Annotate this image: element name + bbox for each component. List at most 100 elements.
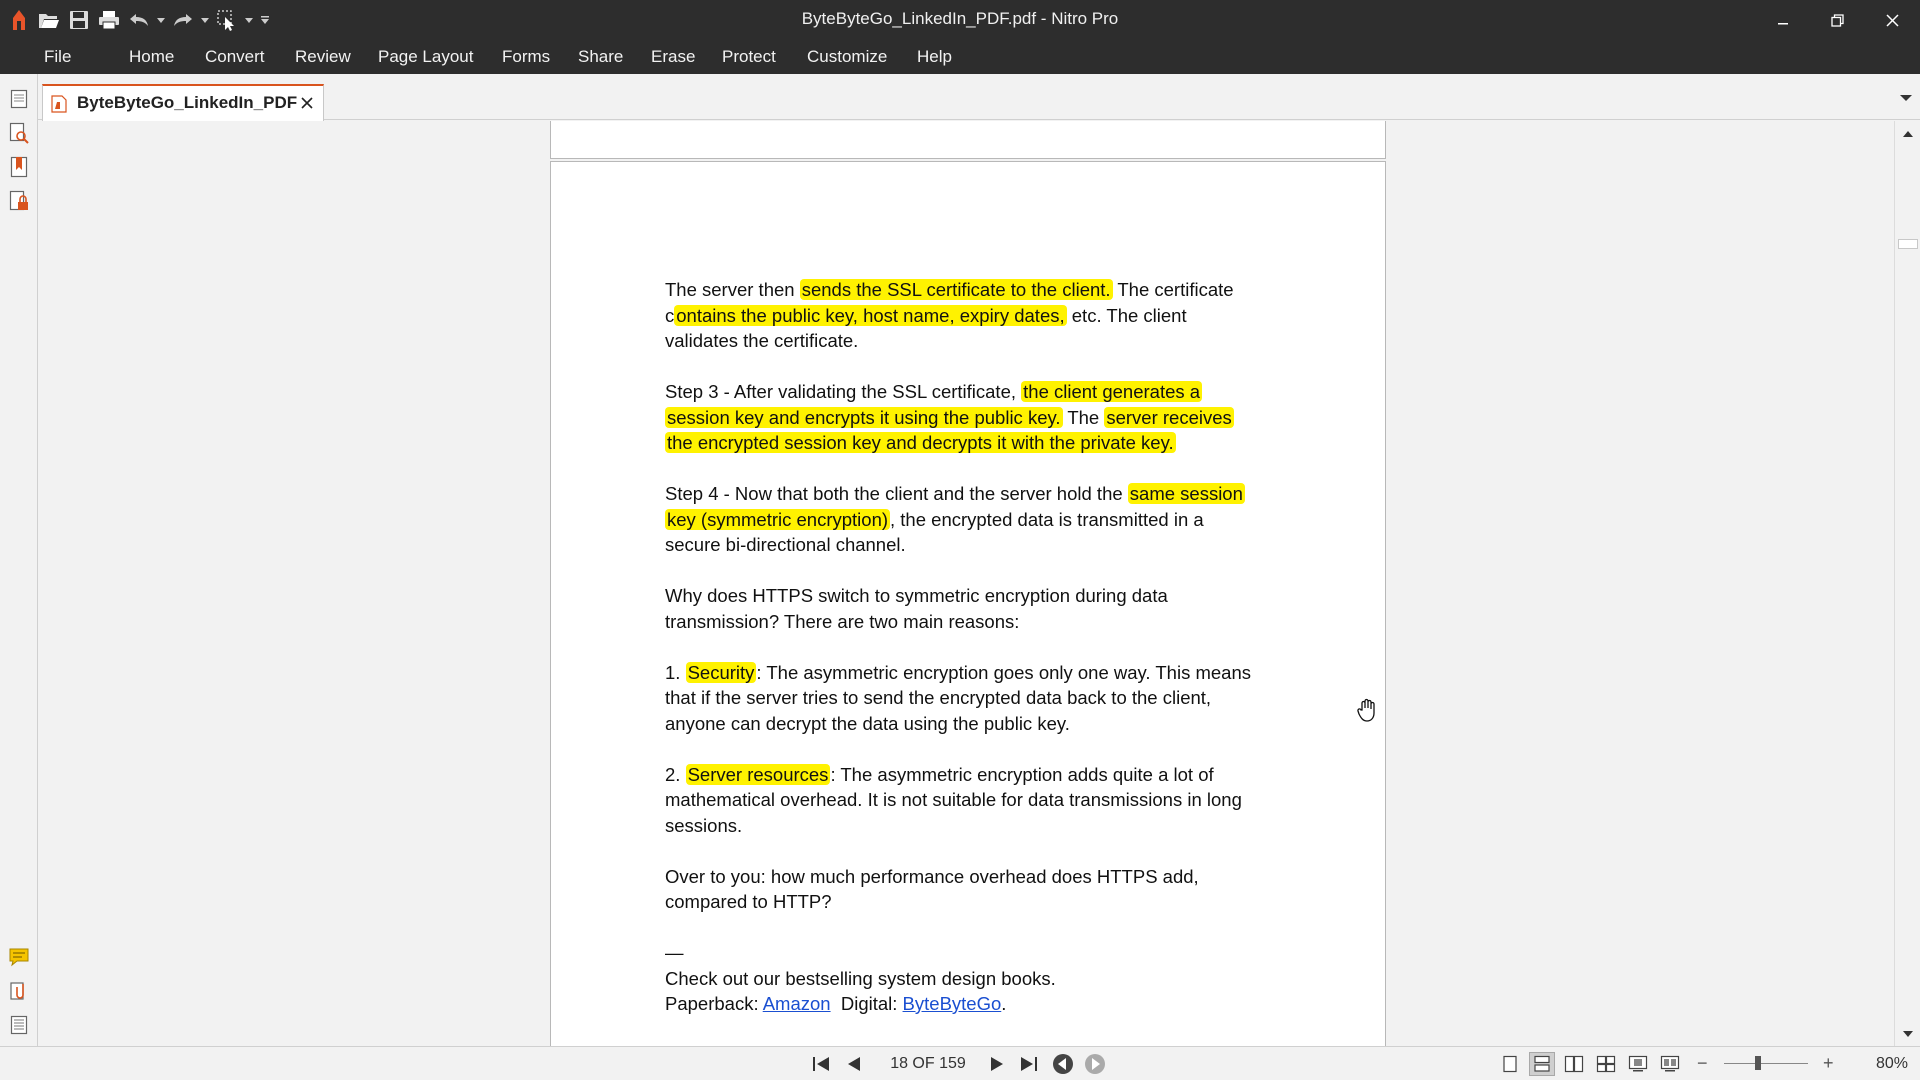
text-line: sessions. [665,813,1305,839]
text-line: c ontains the public key, host name, expi… [665,303,1305,329]
left-panel-bar [0,74,38,1046]
scrollbar-thumb[interactable] [1898,239,1918,249]
menu-home[interactable]: Home [129,40,174,74]
search-document-icon[interactable] [6,120,32,146]
menu-convert[interactable]: Convert [205,40,265,74]
highlight-annotation[interactable]: server receives [1104,406,1234,428]
undo-dropdown-icon[interactable] [156,7,166,33]
customize-qat-icon[interactable] [258,7,272,33]
bookmarks-icon[interactable] [6,154,32,180]
text-run: that if the server tries to send the enc… [665,687,1212,708]
text-run: — [665,942,684,963]
zoom-slider-handle[interactable] [1755,1056,1761,1070]
page-paragraph: Over to you: how much performance overhe… [665,864,1305,915]
single-page-view-icon[interactable] [1497,1052,1523,1076]
select-tool-icon[interactable] [214,7,240,33]
highlight-annotation[interactable]: the client generates a [1021,381,1203,402]
highlight-annotation[interactable]: sends the SSL certificate to the client. [799,279,1113,300]
continuous-view-icon[interactable] [1529,1052,1555,1076]
highlight-annotation[interactable]: the encrypted session key and decrypts i… [665,432,1176,453]
attachments-icon[interactable] [6,978,32,1004]
document-viewport[interactable]: The server then sends the SSL certificat… [39,121,1894,1046]
redo-icon[interactable] [170,7,196,33]
next-view-icon[interactable] [1082,1052,1108,1076]
text-run: Paperback: [665,993,763,1014]
open-folder-icon[interactable] [36,7,62,33]
highlight-annotation[interactable]: Security [685,661,757,683]
facing-view-icon[interactable] [1561,1052,1587,1076]
security-lock-icon[interactable] [6,188,32,214]
text-line: session key and encrypts it using the pu… [665,405,1305,431]
select-tool-dropdown-icon[interactable] [244,7,254,33]
menu-help[interactable]: Help [917,40,952,74]
document-tab[interactable]: ByteByteGo_LinkedIn_PDF [42,84,324,121]
nitro-logo-icon[interactable] [6,7,32,33]
print-icon[interactable] [96,7,122,33]
quick-access-toolbar [6,6,272,34]
minimize-button[interactable] [1755,0,1810,40]
menu-review[interactable]: Review [295,40,351,74]
menu-page-layout[interactable]: Page Layout [378,40,473,74]
previous-view-icon[interactable] [1050,1052,1076,1076]
pages-panel-icon[interactable] [6,86,32,112]
page-paragraph: 2. Server resources: The asymmetric encr… [665,762,1305,839]
text-line: — [665,940,1305,966]
page-indicator[interactable]: 18 OF 159 [880,1047,976,1080]
text-run: anyone can decrypt the data using the pu… [665,712,1070,734]
comments-icon[interactable] [6,944,32,970]
text-run: etc. The client [1066,304,1187,326]
text-run: Digital: [830,993,903,1014]
menu-protect[interactable]: Protect [722,40,776,74]
hyperlink[interactable]: ByteByteGo [903,993,1002,1014]
save-icon[interactable] [66,7,92,33]
zoom-out-button[interactable]: − [1697,1047,1708,1080]
vertical-scrollbar[interactable] [1894,121,1920,1046]
text-line: 2. Server resources: The asymmetric encr… [665,762,1305,788]
text-line: 1. Security: The asymmetric encryption g… [665,660,1305,686]
fit-width-view-icon[interactable] [1625,1052,1651,1076]
output-panel-icon[interactable] [6,1012,32,1038]
menu-customize[interactable]: Customize [807,40,887,74]
menu-erase[interactable]: Erase [651,40,695,74]
text-run: Why does HTTPS switch to symmetric encry… [665,585,1168,606]
text-run: mathematical overhead. It is not suitabl… [665,789,1242,810]
zoom-in-button[interactable]: + [1823,1047,1834,1080]
highlight-annotation[interactable]: Server resources [685,763,831,785]
close-tab-icon[interactable] [297,93,317,113]
restore-button[interactable] [1810,0,1865,40]
highlight-annotation[interactable]: same session [1127,483,1245,504]
text-run: c [665,304,675,326]
facing-continuous-view-icon[interactable] [1593,1052,1619,1076]
close-window-button[interactable] [1865,0,1920,40]
hyperlink[interactable]: Amazon [763,993,831,1014]
page-paragraph: Step 4 - Now that both the client and th… [665,481,1305,558]
text-line: transmission? There are two main reasons… [665,609,1305,635]
first-page-icon[interactable] [808,1052,834,1076]
previous-page-icon[interactable] [841,1052,867,1076]
text-run: transmission? There are two main reasons… [665,610,1020,632]
highlight-annotation[interactable]: key (symmetric encryption) [665,508,891,530]
text-line: Over to you: how much performance overhe… [665,864,1305,890]
previous-page-bottom [550,121,1386,159]
title-bar: ByteByteGo_LinkedIn_PDF.pdf - Nitro Pro [0,0,1920,40]
highlight-annotation[interactable]: ontains the public key, host name, expir… [674,304,1067,326]
highlight-annotation[interactable]: session key and encrypts it using the pu… [665,406,1063,428]
menu-file[interactable]: File [44,40,71,74]
zoom-slider-track[interactable] [1724,1063,1808,1064]
scroll-up-arrow-icon[interactable] [1901,127,1915,141]
zoom-level[interactable]: 80% [1858,1047,1908,1080]
pdf-page: The server then sends the SSL certificat… [550,161,1386,1046]
menu-share[interactable]: Share [578,40,623,74]
next-page-icon[interactable] [984,1052,1010,1076]
last-page-icon[interactable] [1016,1052,1042,1076]
pdf-file-icon [51,95,67,113]
redo-dropdown-icon[interactable] [200,7,210,33]
text-run: The certificate [1112,279,1234,300]
tab-list-dropdown-icon[interactable] [1898,90,1914,106]
menu-forms[interactable]: Forms [502,40,550,74]
undo-icon[interactable] [126,7,152,33]
text-line: the encrypted session key and decrypts i… [665,430,1305,456]
fit-page-view-icon[interactable] [1657,1052,1683,1076]
text-line: key (symmetric encryption), the encrypte… [665,507,1305,533]
scroll-down-arrow-icon[interactable] [1901,1027,1915,1041]
